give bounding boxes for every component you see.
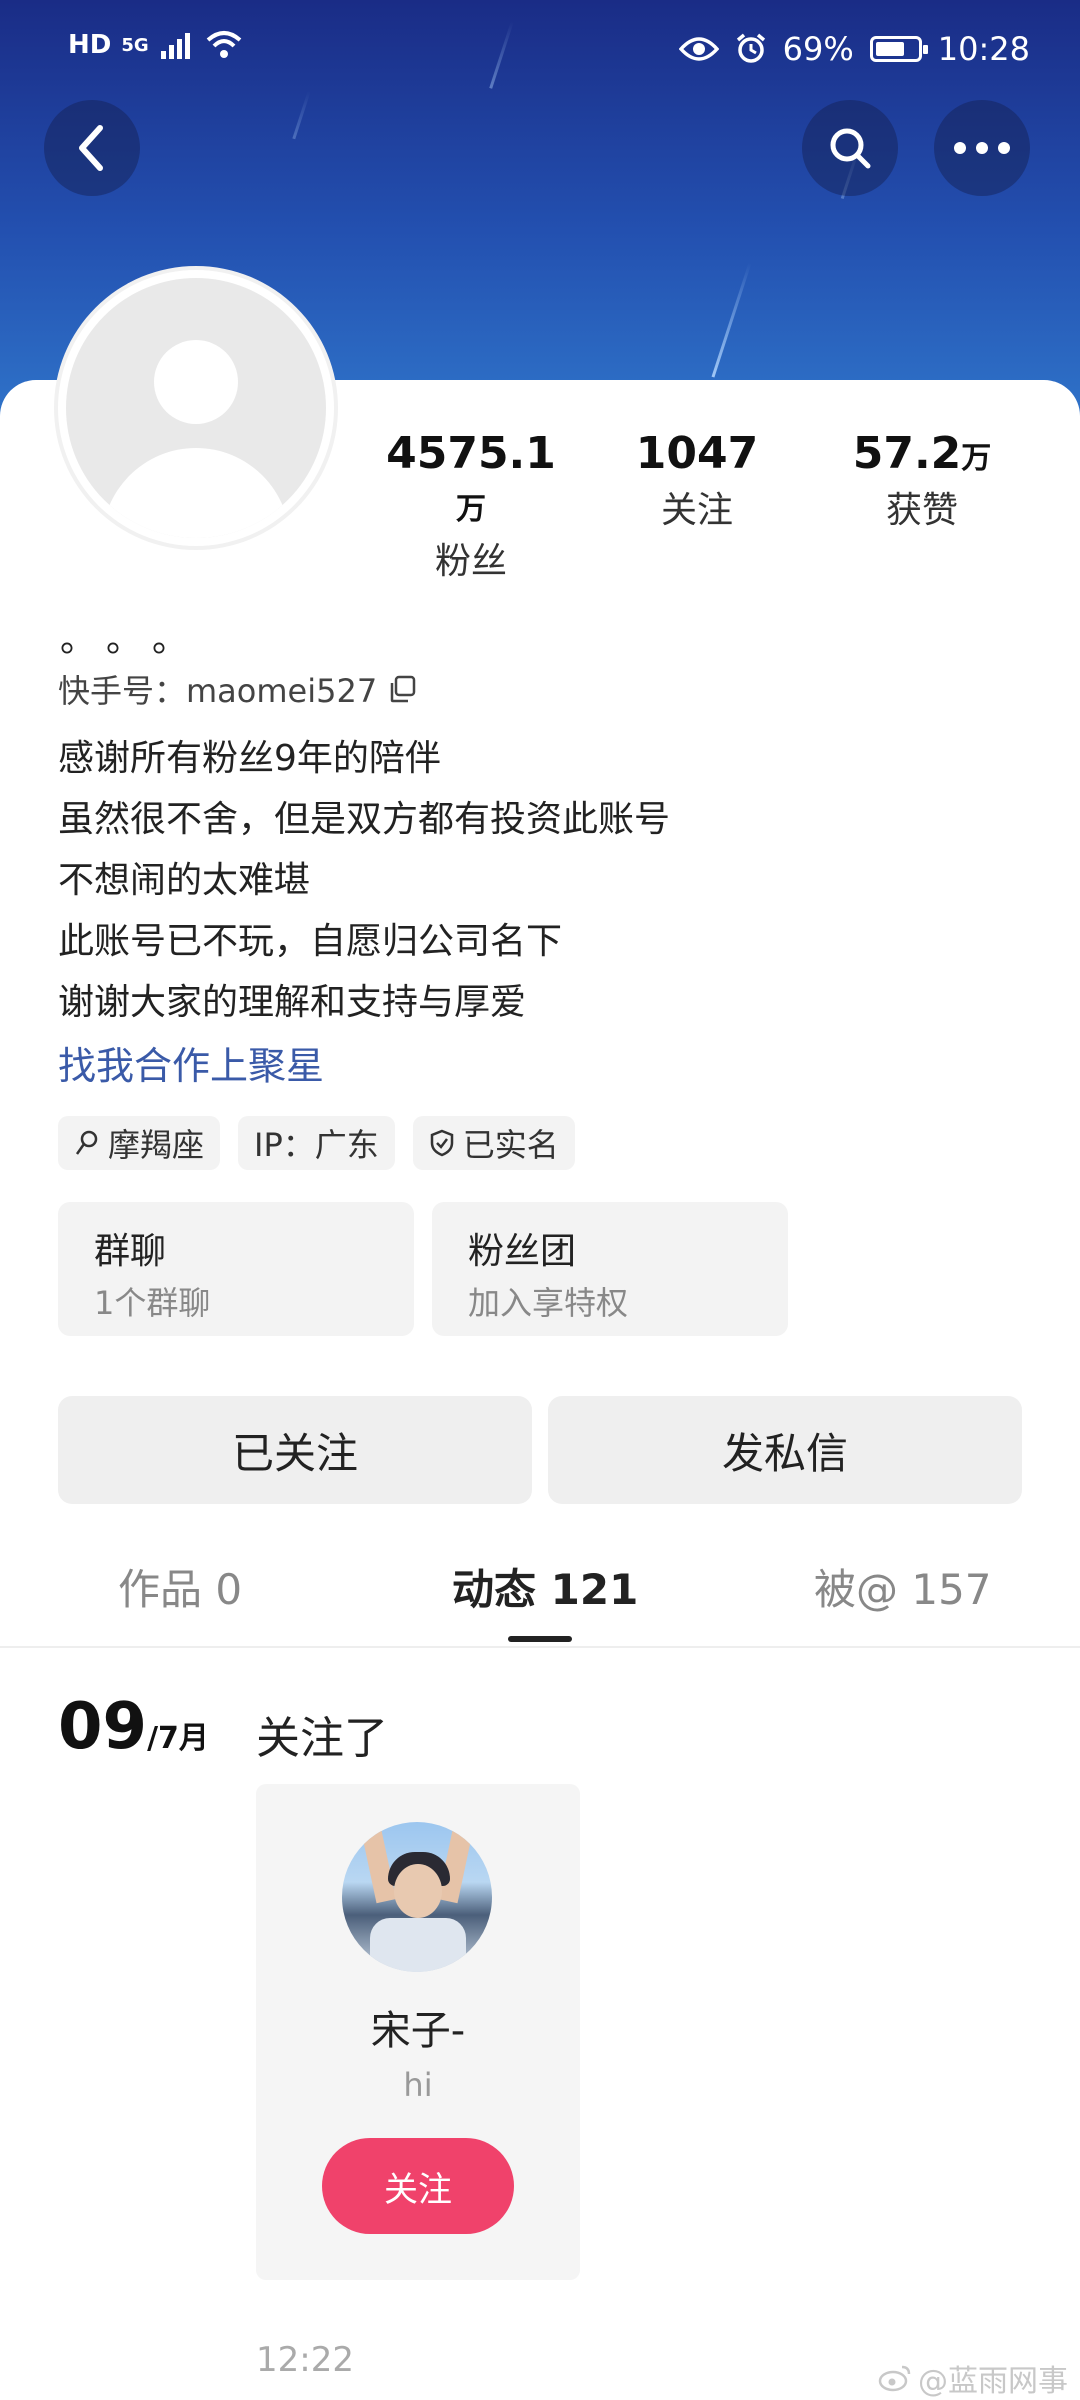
feed-date: 09/7月 — [58, 1690, 209, 1764]
weibo-icon — [878, 2365, 911, 2392]
search-button[interactable] — [802, 100, 898, 196]
followed-button[interactable]: 已关注 — [58, 1396, 532, 1504]
followed-user-card[interactable]: 宋子- hi 关注 — [256, 1784, 580, 2280]
group-chat-tile[interactable]: 群聊 1个群聊 — [58, 1202, 414, 1336]
display-name: 。。。 — [60, 619, 217, 660]
clock: 10:28 — [937, 30, 1030, 68]
stat-following[interactable]: 1047 关注 — [620, 428, 774, 533]
stat-likes[interactable]: 57.2万 获赞 — [844, 428, 1000, 533]
hd-indicator: HD — [68, 30, 112, 60]
zodiac-icon — [75, 1130, 98, 1155]
following-count: 1047 — [635, 428, 759, 479]
bio-line: 谢谢大家的理解和支持与厚爱 — [58, 982, 527, 1023]
watermark: @蓝雨网事 — [878, 2356, 1068, 2400]
followed-user-name: 宋子- — [370, 2008, 466, 2054]
eye-icon — [678, 37, 719, 61]
more-dots-icon — [954, 142, 1010, 154]
watermark-text: @蓝雨网事 — [918, 2364, 1068, 2399]
status-bar: HD 5G 69% 10:28 — [0, 0, 1080, 100]
shield-icon — [430, 1129, 454, 1157]
follow-button[interactable]: 关注 — [322, 2138, 514, 2234]
tag-ip-label: IP：广东 — [254, 1126, 379, 1164]
fan-club-subtitle: 加入享特权 — [468, 1284, 629, 1322]
tag-ip: IP：广东 — [238, 1116, 395, 1170]
fan-club-tile[interactable]: 粉丝团 加入享特权 — [432, 1202, 788, 1336]
business-link[interactable]: 找我合作上聚星 — [58, 1035, 324, 1090]
likes-unit: 万 — [961, 441, 992, 476]
fans-label: 粉丝 — [434, 541, 507, 582]
signal-icon — [160, 33, 190, 59]
alarm-icon — [736, 33, 765, 63]
following-label: 关注 — [660, 490, 733, 531]
fans-unit: 万 — [456, 492, 486, 527]
tag-zodiac: 摩羯座 — [58, 1116, 221, 1170]
tag-zodiac-label: 摩羯座 — [108, 1126, 205, 1164]
bio-line: 虽然很不舍，但是双方都有投资此账号 — [58, 799, 671, 840]
likes-label: 获赞 — [885, 490, 958, 531]
more-options-button[interactable] — [934, 100, 1030, 196]
wifi-icon — [206, 31, 241, 58]
fans-count: 4575.1 — [386, 428, 556, 479]
user-id-row: 快手号：maomei527 — [58, 666, 417, 712]
tabs-divider — [0, 1646, 1080, 1648]
battery-icon — [869, 36, 928, 62]
back-button[interactable] — [44, 100, 140, 196]
battery-percent: 69% — [782, 30, 854, 68]
feed-day: 09 — [58, 1690, 148, 1764]
fan-club-title: 粉丝团 — [468, 1231, 577, 1272]
send-message-button[interactable]: 发私信 — [548, 1396, 1022, 1504]
copy-icon[interactable] — [387, 674, 417, 704]
bio: 感谢所有粉丝9年的陪伴 虽然很不舍，但是双方都有投资此账号 不想闹的太难堪 此账… — [58, 728, 670, 1033]
group-chat-subtitle: 1个群聊 — [94, 1284, 211, 1322]
stat-fans[interactable]: 4575.1 万 粉丝 — [378, 428, 564, 584]
chevron-left-icon — [79, 125, 103, 171]
feed-title: 关注了 — [256, 1713, 388, 1764]
profile-tags: 摩羯座 IP：广东 已实名 — [58, 1116, 575, 1170]
tab-works[interactable]: 作品 0 — [118, 1556, 242, 1617]
followed-user-bio: hi — [403, 2066, 433, 2104]
search-icon — [830, 128, 871, 169]
bio-line: 感谢所有粉丝9年的陪伴 — [58, 738, 441, 779]
bio-line: 不想闹的太难堪 — [58, 860, 311, 901]
kuaishou-id: 快手号：maomei527 — [58, 672, 378, 710]
feed-month: /7月 — [147, 1721, 209, 1756]
active-tab-indicator — [508, 1636, 572, 1642]
followed-user-avatar[interactable] — [342, 1822, 492, 1972]
feed-time: 12:22 — [256, 2340, 354, 2380]
tab-moments[interactable]: 动态 121 — [452, 1556, 638, 1617]
network-5g-indicator: 5G — [121, 34, 149, 56]
tag-verified: 已实名 — [412, 1116, 575, 1170]
avatar[interactable] — [58, 270, 334, 546]
default-avatar-icon — [66, 278, 326, 538]
group-chat-title: 群聊 — [94, 1231, 167, 1272]
tag-verified-label: 已实名 — [462, 1126, 559, 1164]
likes-count: 57.2 — [852, 428, 962, 479]
bio-line: 此账号已不玩，自愿归公司名下 — [58, 921, 563, 962]
tab-mentions[interactable]: 被@ 157 — [814, 1556, 992, 1617]
